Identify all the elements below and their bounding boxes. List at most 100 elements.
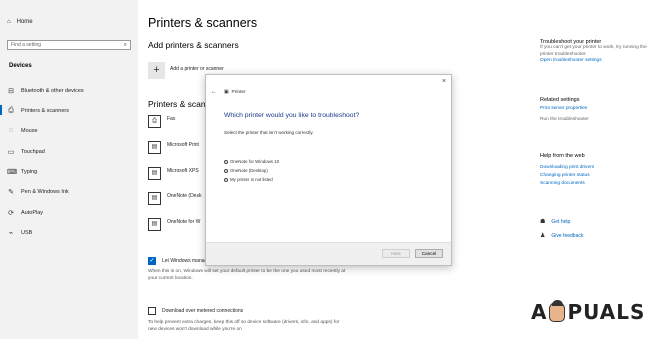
radio-button	[224, 168, 228, 173]
dialog-instruction: Select the printer that isn't working co…	[224, 130, 314, 135]
printer-icon: ▤	[148, 192, 161, 205]
metered-description: To help prevent extra charges, keep this…	[148, 320, 340, 332]
watermark-letter: A	[531, 300, 548, 324]
keyboard-icon: ⌨	[7, 169, 18, 176]
back-arrow-icon[interactable]: ←	[211, 89, 217, 95]
sidebar-item-label: Pen & Windows Ink	[21, 189, 69, 195]
default-printer-description: When this is on, Windows will set your d…	[148, 269, 346, 281]
dialog-app-name: Printer	[231, 90, 246, 95]
appuals-watermark: A PUALS	[531, 300, 645, 324]
printer-icon: ▤	[148, 218, 161, 231]
usb-icon: ⌁	[8, 230, 14, 237]
get-help-label: Get help	[551, 218, 571, 225]
printer-icon: ▤	[148, 141, 161, 154]
printer-item-microsoft-print[interactable]: ▤ Microsoft Print	[148, 141, 199, 154]
printer-option-onenote-desktop[interactable]: OneNote (Desktop)	[224, 168, 268, 173]
sidebar-home-label: Home	[16, 19, 33, 25]
dialog-footer: Next Cancel	[206, 242, 451, 265]
checkmark-icon: ✓	[148, 257, 156, 265]
printer-item-onenote-windows[interactable]: ▤ OneNote for W	[148, 218, 200, 231]
printer-item-fax[interactable]: ⎙ Fax	[148, 115, 175, 128]
printer-item-microsoft-xps[interactable]: ▤ Microsoft XPS	[148, 167, 199, 180]
printer-name: OneNote for W	[167, 219, 201, 225]
dialog-heading: Which printer would you like to troubles…	[224, 112, 360, 119]
close-icon[interactable]: ×	[442, 78, 446, 85]
help-link-drivers[interactable]: Downloading print drivers	[540, 165, 594, 170]
printer-small-icon: ▣	[224, 90, 229, 95]
metered-checkbox[interactable]: Download over metered connections	[148, 307, 243, 315]
sidebar-item-label: Typing	[21, 169, 38, 175]
open-troubleshooter-link[interactable]: Open troubleshooter settings	[540, 58, 650, 63]
page-title: Printers & scanners	[148, 16, 258, 30]
sidebar-item-label: Bluetooth & other devices	[21, 88, 84, 94]
sidebar-item-label: Touchpad	[21, 149, 45, 155]
sidebar-home[interactable]: ⌂ Home	[7, 19, 33, 25]
fax-icon: ⎙	[148, 115, 161, 128]
sidebar-item-usb[interactable]: ⌁ USB	[7, 229, 32, 237]
printer-icon: ▤	[148, 167, 161, 180]
related-settings-section: Related settings Print server properties…	[540, 97, 650, 124]
watermark-text: PUALS	[567, 300, 646, 324]
home-icon: ⌂	[7, 19, 11, 25]
print-server-link[interactable]: Print server properties	[540, 106, 650, 111]
sidebar-item-label: Printers & scanners	[21, 108, 69, 114]
sidebar-item-bluetooth[interactable]: ⊟ Bluetooth & other devices	[7, 87, 84, 95]
radio-button	[224, 159, 228, 164]
sidebar-item-mouse[interactable]: ◌ Mouse	[7, 127, 38, 134]
settings-sidebar: ⌂ Home Find a setting ⌕ Devices ⊟ Blueto…	[0, 0, 138, 339]
metered-label: Download over metered connections	[162, 308, 244, 314]
sidebar-item-typing[interactable]: ⌨ Typing	[7, 168, 37, 176]
next-button[interactable]: Next	[382, 249, 410, 258]
touchpad-icon: ▭	[7, 149, 15, 156]
search-input[interactable]: Find a setting ⌕	[7, 40, 131, 50]
help-heading: Help from the web	[540, 153, 585, 159]
checkbox-box	[148, 307, 156, 315]
sidebar-item-autoplay[interactable]: ⟳ AutoPlay	[7, 209, 43, 217]
printer-item-onenote-desktop[interactable]: ▤ OneNote (Desk	[148, 192, 201, 205]
search-icon: ⌕	[123, 42, 127, 48]
feedback-icon: ♟	[540, 233, 546, 239]
cancel-button[interactable]: Cancel	[415, 249, 443, 258]
sidebar-item-label: USB	[21, 230, 33, 236]
pen-icon: ✎	[8, 189, 14, 196]
radio-button	[224, 177, 228, 182]
search-placeholder: Find a setting	[11, 42, 42, 48]
give-feedback-label: Give feedback	[551, 232, 584, 239]
troubleshooter-dialog: × ← ▣ Printer Which printer would you li…	[205, 74, 452, 266]
sidebar-item-label: Mouse	[21, 127, 38, 134]
help-section: Help from the web Downloading print driv…	[540, 153, 594, 186]
add-printer-label[interactable]: Add a printer or scanner	[170, 66, 224, 72]
add-printer-button[interactable]: +	[148, 62, 165, 79]
help-link-scanning[interactable]: Scanning documents	[540, 181, 594, 186]
option-label: OneNote for Windows 10	[230, 159, 280, 164]
mouse-icon: ◌	[8, 127, 14, 134]
sidebar-item-printers[interactable]: ⎙ Printers & scanners	[0, 105, 69, 115]
printer-name: Microsoft Print	[167, 142, 199, 148]
troubleshoot-text: If you can't get your printer to work, t…	[540, 45, 647, 57]
add-heading: Add printers & scanners	[148, 40, 239, 50]
autoplay-icon: ⟳	[8, 210, 14, 217]
printer-name: Microsoft XPS	[167, 168, 199, 174]
printer-icon: ⎙	[8, 107, 14, 114]
sidebar-item-touchpad[interactable]: ▭ Touchpad	[7, 148, 45, 156]
sidebar-section-title: Devices	[9, 63, 32, 69]
mascot-icon	[549, 300, 566, 322]
printer-name: Fax	[167, 116, 176, 122]
sidebar-item-label: AutoPlay	[21, 210, 44, 216]
printer-option-onenote-win10[interactable]: OneNote for Windows 10	[224, 159, 279, 164]
chat-icon: ☗	[540, 219, 546, 225]
related-settings-heading: Related settings	[540, 97, 580, 103]
troubleshoot-section: Troubleshoot your printer If you can't g…	[540, 39, 650, 63]
sidebar-item-pen[interactable]: ✎ Pen & Windows Ink	[7, 188, 69, 196]
option-label: OneNote (Desktop)	[230, 168, 268, 173]
run-troubleshooter-text: Run the troubleshooter	[540, 117, 589, 122]
help-link-status[interactable]: Changing printer status	[540, 173, 594, 178]
printer-option-not-listed[interactable]: My printer is not listed	[224, 177, 273, 182]
option-label: My printer is not listed	[230, 177, 273, 182]
dialog-app-title: ▣ Printer	[224, 90, 246, 95]
bluetooth-icon: ⊟	[8, 88, 14, 95]
get-help-link[interactable]: ☗ Get help	[540, 218, 571, 226]
printer-name: OneNote (Desk	[167, 193, 202, 199]
give-feedback-link[interactable]: ♟ Give feedback	[540, 232, 584, 240]
plus-icon: +	[153, 64, 160, 76]
